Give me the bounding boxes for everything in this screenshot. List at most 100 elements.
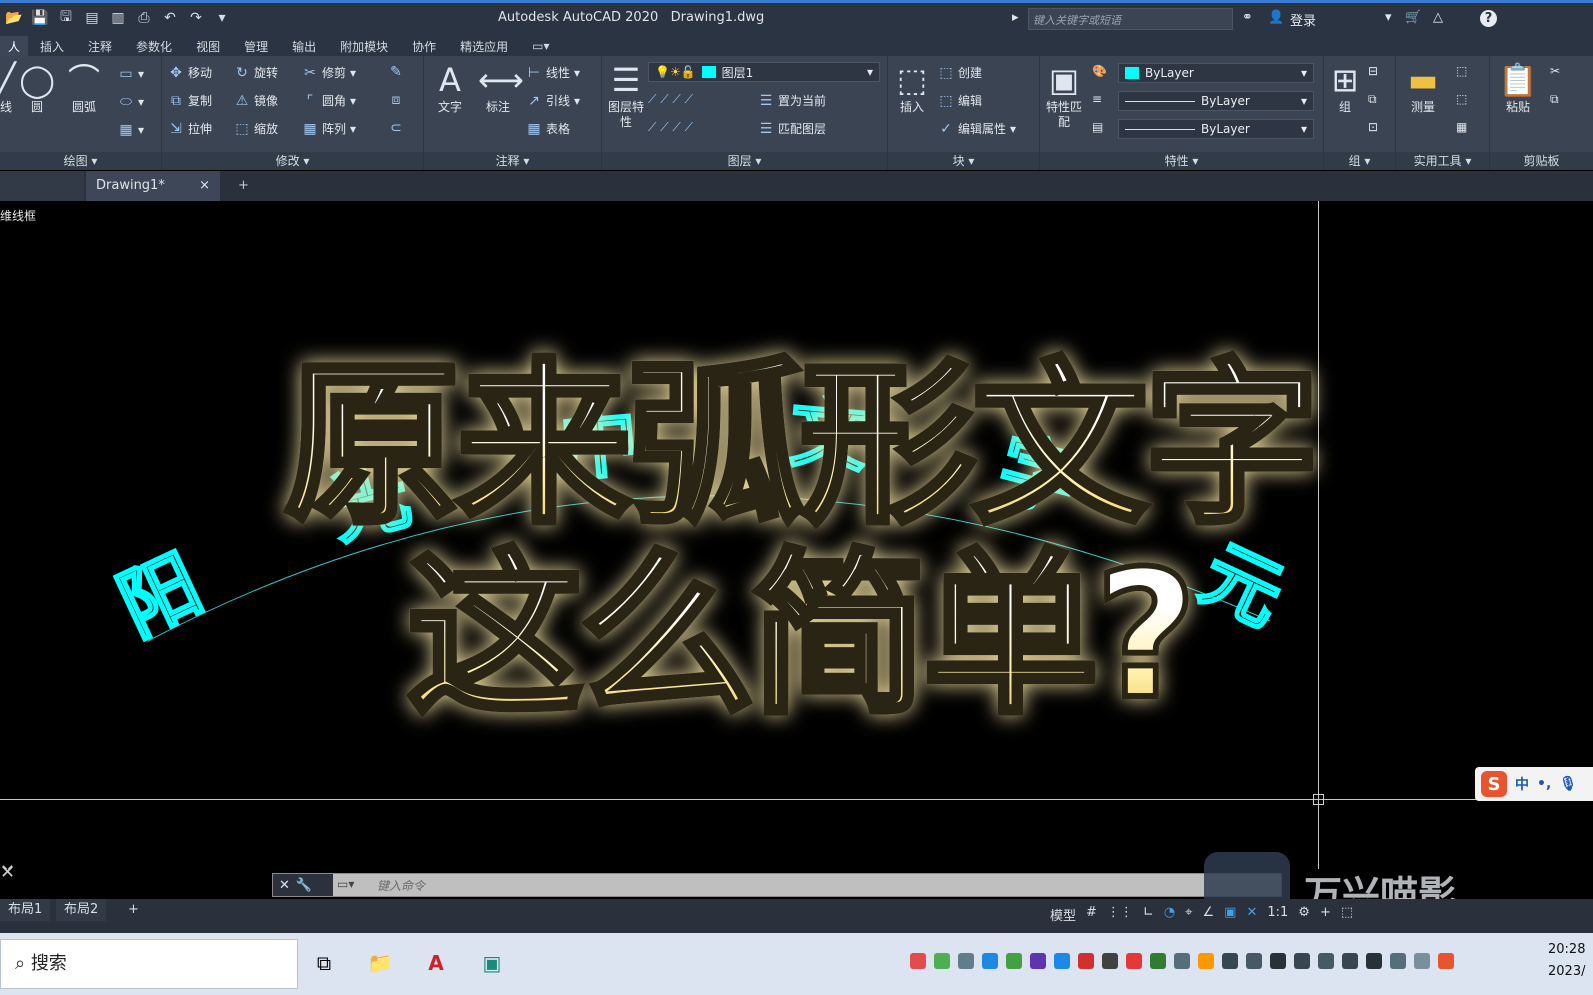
copy-clip-icon[interactable]: ⧉ (1550, 92, 1559, 107)
edit-block-tool[interactable]: ⬚ 编辑 (938, 92, 982, 109)
group-select-icon[interactable]: ⊡ (1368, 120, 1378, 134)
ellipse-tool[interactable]: ⬭ ▾ (118, 94, 144, 110)
calculator-icon[interactable]: ▦ (1456, 120, 1467, 134)
pencil-tool[interactable]: ✎ (388, 64, 404, 80)
panel-properties-label[interactable]: 特性 ▾ (1040, 152, 1323, 170)
group-edit-icon[interactable]: ⧉ (1368, 92, 1377, 107)
video-editor-icon[interactable]: ▣ (478, 949, 506, 977)
settings-gear-icon[interactable]: ⚙ (1298, 905, 1310, 924)
tray-icon-11[interactable] (1150, 953, 1166, 969)
layer-properties-tool[interactable]: ☰ 图层特性 (604, 60, 648, 130)
cloud-icon[interactable] (1246, 953, 1262, 969)
customize-icon[interactable]: ▾ (212, 9, 232, 27)
tray-icon-12[interactable] (1174, 953, 1190, 969)
command-close-icon[interactable]: ✕ (0, 862, 15, 883)
file-explorer-icon[interactable]: 📁 (366, 949, 394, 977)
tab-parametric[interactable]: 参数化 (124, 38, 184, 55)
grid-icon[interactable]: # (1086, 905, 1097, 924)
login-link[interactable]: 登录 (1290, 10, 1316, 29)
layer-tools-row2[interactable]: ⟋ ⟋ ⟋ ⟋ (648, 120, 693, 135)
new-tab-plus-icon[interactable]: + (238, 171, 249, 201)
print-icon[interactable]: ⎙ (134, 9, 154, 27)
array-tool[interactable]: ▦ 阵列 ▾ (302, 120, 356, 137)
osnap-icon[interactable]: ⌖ (1185, 905, 1192, 924)
user-icon[interactable]: 👤 (1268, 10, 1284, 25)
tab-output[interactable]: 输出 (280, 38, 328, 55)
panel-modify-label[interactable]: 修改 ▾ (162, 152, 423, 170)
leader-tool[interactable]: ↗ 引线 ▾ (526, 92, 580, 109)
clean-screen-icon[interactable]: ⬚ (1341, 905, 1353, 924)
ime-toolbar[interactable]: S 中 •, 🎙 (1475, 767, 1593, 801)
volume-icon[interactable] (1366, 953, 1382, 969)
display-icon[interactable] (1294, 953, 1310, 969)
web-icon[interactable]: ▤ (82, 9, 102, 27)
panel-block-label[interactable]: 块 ▾ (888, 152, 1039, 170)
polar-icon[interactable]: ◔ (1164, 905, 1175, 924)
panel-layers-label[interactable]: 图层 ▾ (602, 152, 887, 170)
tab-collaborate[interactable]: 协作 (400, 38, 448, 55)
annotation-scale-value[interactable]: 1:1 (1267, 905, 1288, 924)
rectangle-tool[interactable]: ▭ ▾ (118, 66, 144, 82)
tray-icon-3[interactable] (958, 953, 974, 969)
match-layer-tool[interactable]: ☰ 匹配图层 (758, 120, 826, 137)
save-as-icon[interactable]: 🖫 (56, 9, 76, 27)
ime-tray-icon[interactable] (1414, 953, 1430, 969)
pen-icon[interactable] (1390, 953, 1406, 969)
mirror-tool[interactable]: ⚠ 镜像 (234, 92, 278, 109)
autodesk-app-icon[interactable]: △ (1433, 10, 1443, 25)
snap-icon[interactable]: ⋮⋮ (1107, 905, 1133, 924)
microphone-tray-icon[interactable] (1270, 953, 1286, 969)
paste-tool[interactable]: 📋 粘贴 (1496, 60, 1540, 115)
search-arrow-icon[interactable]: ▸ (1012, 10, 1019, 25)
tab-drawing1[interactable]: Drawing1* × (86, 171, 220, 201)
cut-icon[interactable]: ✂ (1550, 64, 1560, 78)
tray-icon-10[interactable] (1126, 953, 1142, 969)
help-icon[interactable]: ? (1480, 10, 1497, 27)
tab-layout2[interactable]: 布局2 (56, 899, 107, 921)
microphone-icon[interactable]: 🎙 (1559, 776, 1577, 792)
tab-view[interactable]: 视图 (184, 38, 232, 55)
select-all-icon[interactable]: ⬚ (1456, 92, 1467, 106)
model-space-button[interactable]: 模型 (1050, 905, 1076, 924)
shield-icon[interactable] (1222, 953, 1238, 969)
linetype-dropdown[interactable]: ByLayer ▾ (1118, 91, 1314, 111)
tab-addins[interactable]: 附加模块 (328, 38, 400, 55)
trim-tool[interactable]: ✂ 修剪 ▾ (302, 64, 356, 81)
open-icon[interactable]: 📂 (4, 9, 24, 27)
quick-select-icon[interactable]: ⬚ (1456, 64, 1467, 78)
tab-manage[interactable]: 管理 (232, 38, 280, 55)
ortho-icon[interactable]: ∟ (1143, 905, 1154, 924)
explode-tool[interactable]: ⧈ (388, 92, 404, 108)
insert-block-tool[interactable]: ⬚ 插入 (892, 60, 932, 115)
command-line[interactable]: ✕ 🔧 ▭▾ 键入命令 (272, 873, 1282, 897)
lineweight-dropdown[interactable]: ByLayer ▾ (1118, 119, 1314, 139)
start-tab[interactable] (0, 171, 84, 201)
wrench-icon[interactable]: 🔧 (296, 878, 312, 893)
tab-annotate[interactable]: 注释 (76, 38, 124, 55)
task-view-icon[interactable]: ⧉ (310, 949, 338, 977)
offset-tool[interactable]: ⊂ (388, 120, 404, 136)
hatch-tool[interactable]: ▦ ▾ (118, 122, 144, 138)
rotate-tool[interactable]: ↻ 旋转 (234, 64, 278, 81)
autocad-icon[interactable]: A (422, 949, 450, 977)
tray-icon-5[interactable] (1006, 953, 1022, 969)
set-current-tool[interactable]: ☰ 置为当前 (758, 92, 826, 109)
panel-groups-label[interactable]: 组 ▾ (1324, 152, 1395, 170)
tray-icon-6[interactable] (1030, 953, 1046, 969)
selection-cycling-icon[interactable]: ▣ (1224, 905, 1236, 924)
group-tool[interactable]: ⊞ 组 (1326, 60, 1364, 115)
command-input[interactable]: 键入命令 (377, 877, 425, 894)
drawing-viewport[interactable]: 维线框 阳 光 中 文 字 元 原来弧形文字 这么简单? S 中 •, 🎙 ✕ (0, 201, 1593, 869)
color-dropdown[interactable]: ByLayer ▾ (1118, 63, 1314, 83)
table-tool[interactable]: ▦ 表格 (526, 120, 570, 137)
tray-icon-2[interactable] (934, 953, 950, 969)
plus-icon[interactable]: + (1320, 905, 1331, 924)
tray-icon-8[interactable] (1078, 953, 1094, 969)
line-tool[interactable]: ╱ 线 (0, 60, 18, 115)
create-block-tool[interactable]: ⬚ 创建 (938, 64, 982, 81)
network-icon[interactable] (1318, 953, 1334, 969)
ungroup-icon[interactable]: ⊟ (1368, 64, 1378, 78)
panel-draw-label[interactable]: 绘图 ▾ (0, 152, 161, 170)
move-tool[interactable]: ✥ 移动 (168, 64, 212, 81)
dimension-tool[interactable]: ⟷ 标注 (478, 60, 524, 115)
